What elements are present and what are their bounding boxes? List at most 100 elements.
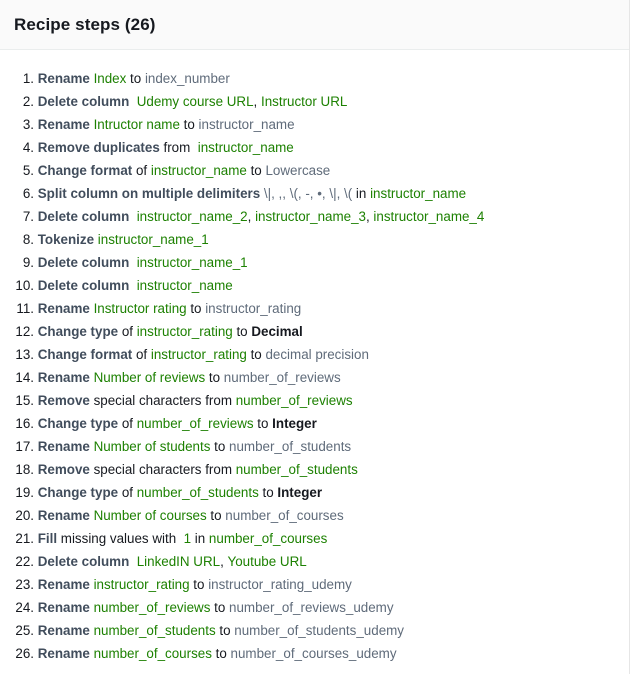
step-connector: to: [206, 508, 226, 523]
step-action: Change type: [37, 324, 119, 339]
step-connector: to: [210, 600, 230, 615]
recipe-step[interactable]: 25. Rename number_of_students to number_…: [0, 619, 630, 642]
step-number: 13.: [15, 347, 34, 362]
step-number: 22.: [15, 554, 34, 569]
recipe-step[interactable]: 6. Split column on multiple delimiters \…: [0, 182, 630, 205]
step-action: Rename: [37, 646, 94, 661]
step-action: Split column on multiple delimiters: [37, 186, 264, 201]
step-value: decimal precision: [265, 347, 369, 362]
step-number: 8.: [22, 232, 34, 247]
step-value: number_of_students: [229, 439, 352, 454]
step-description: Change type of instructor_rating to Deci…: [34, 320, 303, 343]
step-action: Fill: [37, 531, 58, 546]
step-type: Integer: [277, 485, 323, 500]
step-connector: to: [179, 117, 199, 132]
step-action: Change format: [37, 347, 133, 362]
step-number: 1.: [22, 71, 34, 86]
recipe-step[interactable]: 11. Rename Instructor rating to instruct…: [0, 297, 630, 320]
recipe-step[interactable]: 17. Rename Number of students to number_…: [0, 435, 630, 458]
step-description: Delete column Udemy course URL, Instruct…: [34, 90, 348, 113]
step-column-name: Number of students: [93, 439, 211, 454]
recipe-step[interactable]: 20. Rename Number of courses to number_o…: [0, 504, 630, 527]
step-description: Rename Number of reviews to number_of_re…: [34, 366, 341, 389]
recipe-step[interactable]: 19. Change type of number_of_students to…: [0, 481, 630, 504]
panel-header: Recipe steps (26): [0, 0, 629, 50]
step-value: number_of_reviews_udemy: [229, 600, 394, 615]
step-column-name: 1: [179, 531, 192, 546]
step-column-name: instructor_name: [194, 140, 294, 155]
recipe-step[interactable]: 15. Remove special characters from numbe…: [0, 389, 630, 412]
step-description: Change type of number_of_students to Int…: [34, 481, 322, 504]
panel-title: Recipe steps (26): [14, 14, 156, 34]
step-column-name: number_of_students: [93, 623, 216, 638]
step-column-name: number_of_students: [136, 485, 259, 500]
step-connector: of: [118, 485, 137, 500]
step-action: Delete column: [37, 209, 133, 224]
recipe-step[interactable]: 4. Remove duplicates from instructor_nam…: [0, 136, 630, 159]
step-column-name: instructor_name: [150, 163, 247, 178]
step-value: number_of_reviews: [223, 370, 341, 385]
step-connector: in: [352, 186, 371, 201]
step-action: Change type: [37, 416, 119, 431]
recipe-step[interactable]: 18. Remove special characters from numbe…: [0, 458, 630, 481]
step-number: 19.: [15, 485, 34, 500]
step-number: 18.: [15, 462, 34, 477]
step-description: Tokenize instructor_name_1: [34, 228, 209, 251]
recipe-step[interactable]: 8. Tokenize instructor_name_1: [0, 228, 630, 251]
step-number: 21.: [15, 531, 34, 546]
recipe-step[interactable]: 21. Fill missing values with 1 in number…: [0, 527, 630, 550]
step-connector: to: [189, 577, 209, 592]
step-description: Delete column instructor_name_1: [34, 251, 248, 274]
step-description: Delete column instructor_name: [34, 274, 233, 297]
recipe-step[interactable]: 9. Delete column instructor_name_1: [0, 251, 630, 274]
step-description: Change format of instructor_name to Lowe…: [34, 159, 331, 182]
recipe-step[interactable]: 5. Change format of instructor_name to L…: [0, 159, 630, 182]
step-connector: from: [159, 140, 195, 155]
step-column-name: instructor_name: [132, 278, 233, 293]
recipe-step[interactable]: 12. Change type of instructor_rating to …: [0, 320, 630, 343]
step-value: instructor_rating: [205, 301, 302, 316]
step-column-name: Number of reviews: [93, 370, 206, 385]
step-column-name: instructor_name_3: [255, 209, 366, 224]
recipe-step[interactable]: 14. Rename Number of reviews to number_o…: [0, 366, 630, 389]
recipe-step[interactable]: 7. Delete column instructor_name_2, inst…: [0, 205, 630, 228]
step-description: Change type of number_of_reviews to Inte…: [34, 412, 317, 435]
step-description: Rename Number of students to number_of_s…: [34, 435, 351, 458]
step-column-name: instructor_name: [370, 186, 467, 201]
step-action: Rename: [37, 600, 94, 615]
step-column-name: number_of_courses: [93, 646, 212, 661]
step-type: Decimal: [251, 324, 303, 339]
step-connector: ,: [220, 554, 228, 569]
step-connector: of: [132, 347, 151, 362]
step-action: Delete column: [37, 255, 133, 270]
recipe-steps-panel: Recipe steps (26) 1. Rename Index to ind…: [0, 0, 630, 674]
step-number: 17.: [15, 439, 34, 454]
step-description: Rename Intructor name to instructor_name: [34, 113, 295, 136]
step-number: 4.: [22, 140, 34, 155]
recipe-step[interactable]: 22. Delete column LinkedIN URL, Youtube …: [0, 550, 630, 573]
recipe-step[interactable]: 3. Rename Intructor name to instructor_n…: [0, 113, 630, 136]
step-action: Rename: [37, 117, 94, 132]
step-column-name: instructor_name_1: [132, 255, 248, 270]
step-action: Rename: [37, 623, 94, 638]
recipe-step[interactable]: 26. Rename number_of_courses to number_o…: [0, 642, 630, 665]
step-value: number_of_students_udemy: [234, 623, 404, 638]
recipe-step[interactable]: 13. Change format of instructor_rating t…: [0, 343, 630, 366]
step-column-name: number_of_reviews: [136, 416, 254, 431]
recipe-step[interactable]: 24. Rename number_of_reviews to number_o…: [0, 596, 630, 619]
recipe-step[interactable]: 1. Rename Index to index_number: [0, 67, 630, 90]
recipe-step[interactable]: 2. Delete column Udemy course URL, Instr…: [0, 90, 630, 113]
step-action: Rename: [37, 370, 94, 385]
recipe-step[interactable]: 23. Rename instructor_rating to instruct…: [0, 573, 630, 596]
recipe-step[interactable]: 16. Change type of number_of_reviews to …: [0, 412, 630, 435]
step-description: Rename Index to index_number: [34, 67, 230, 90]
step-number: 7.: [22, 209, 34, 224]
step-connector: to: [186, 301, 206, 316]
step-description: Rename number_of_reviews to number_of_re…: [34, 596, 394, 619]
step-column-name: instructor_rating: [93, 577, 190, 592]
step-number: 16.: [15, 416, 34, 431]
step-action: Remove duplicates: [37, 140, 160, 155]
step-action: Rename: [37, 508, 94, 523]
step-description: Change format of instructor_rating to de…: [34, 343, 369, 366]
recipe-step[interactable]: 10. Delete column instructor_name: [0, 274, 630, 297]
